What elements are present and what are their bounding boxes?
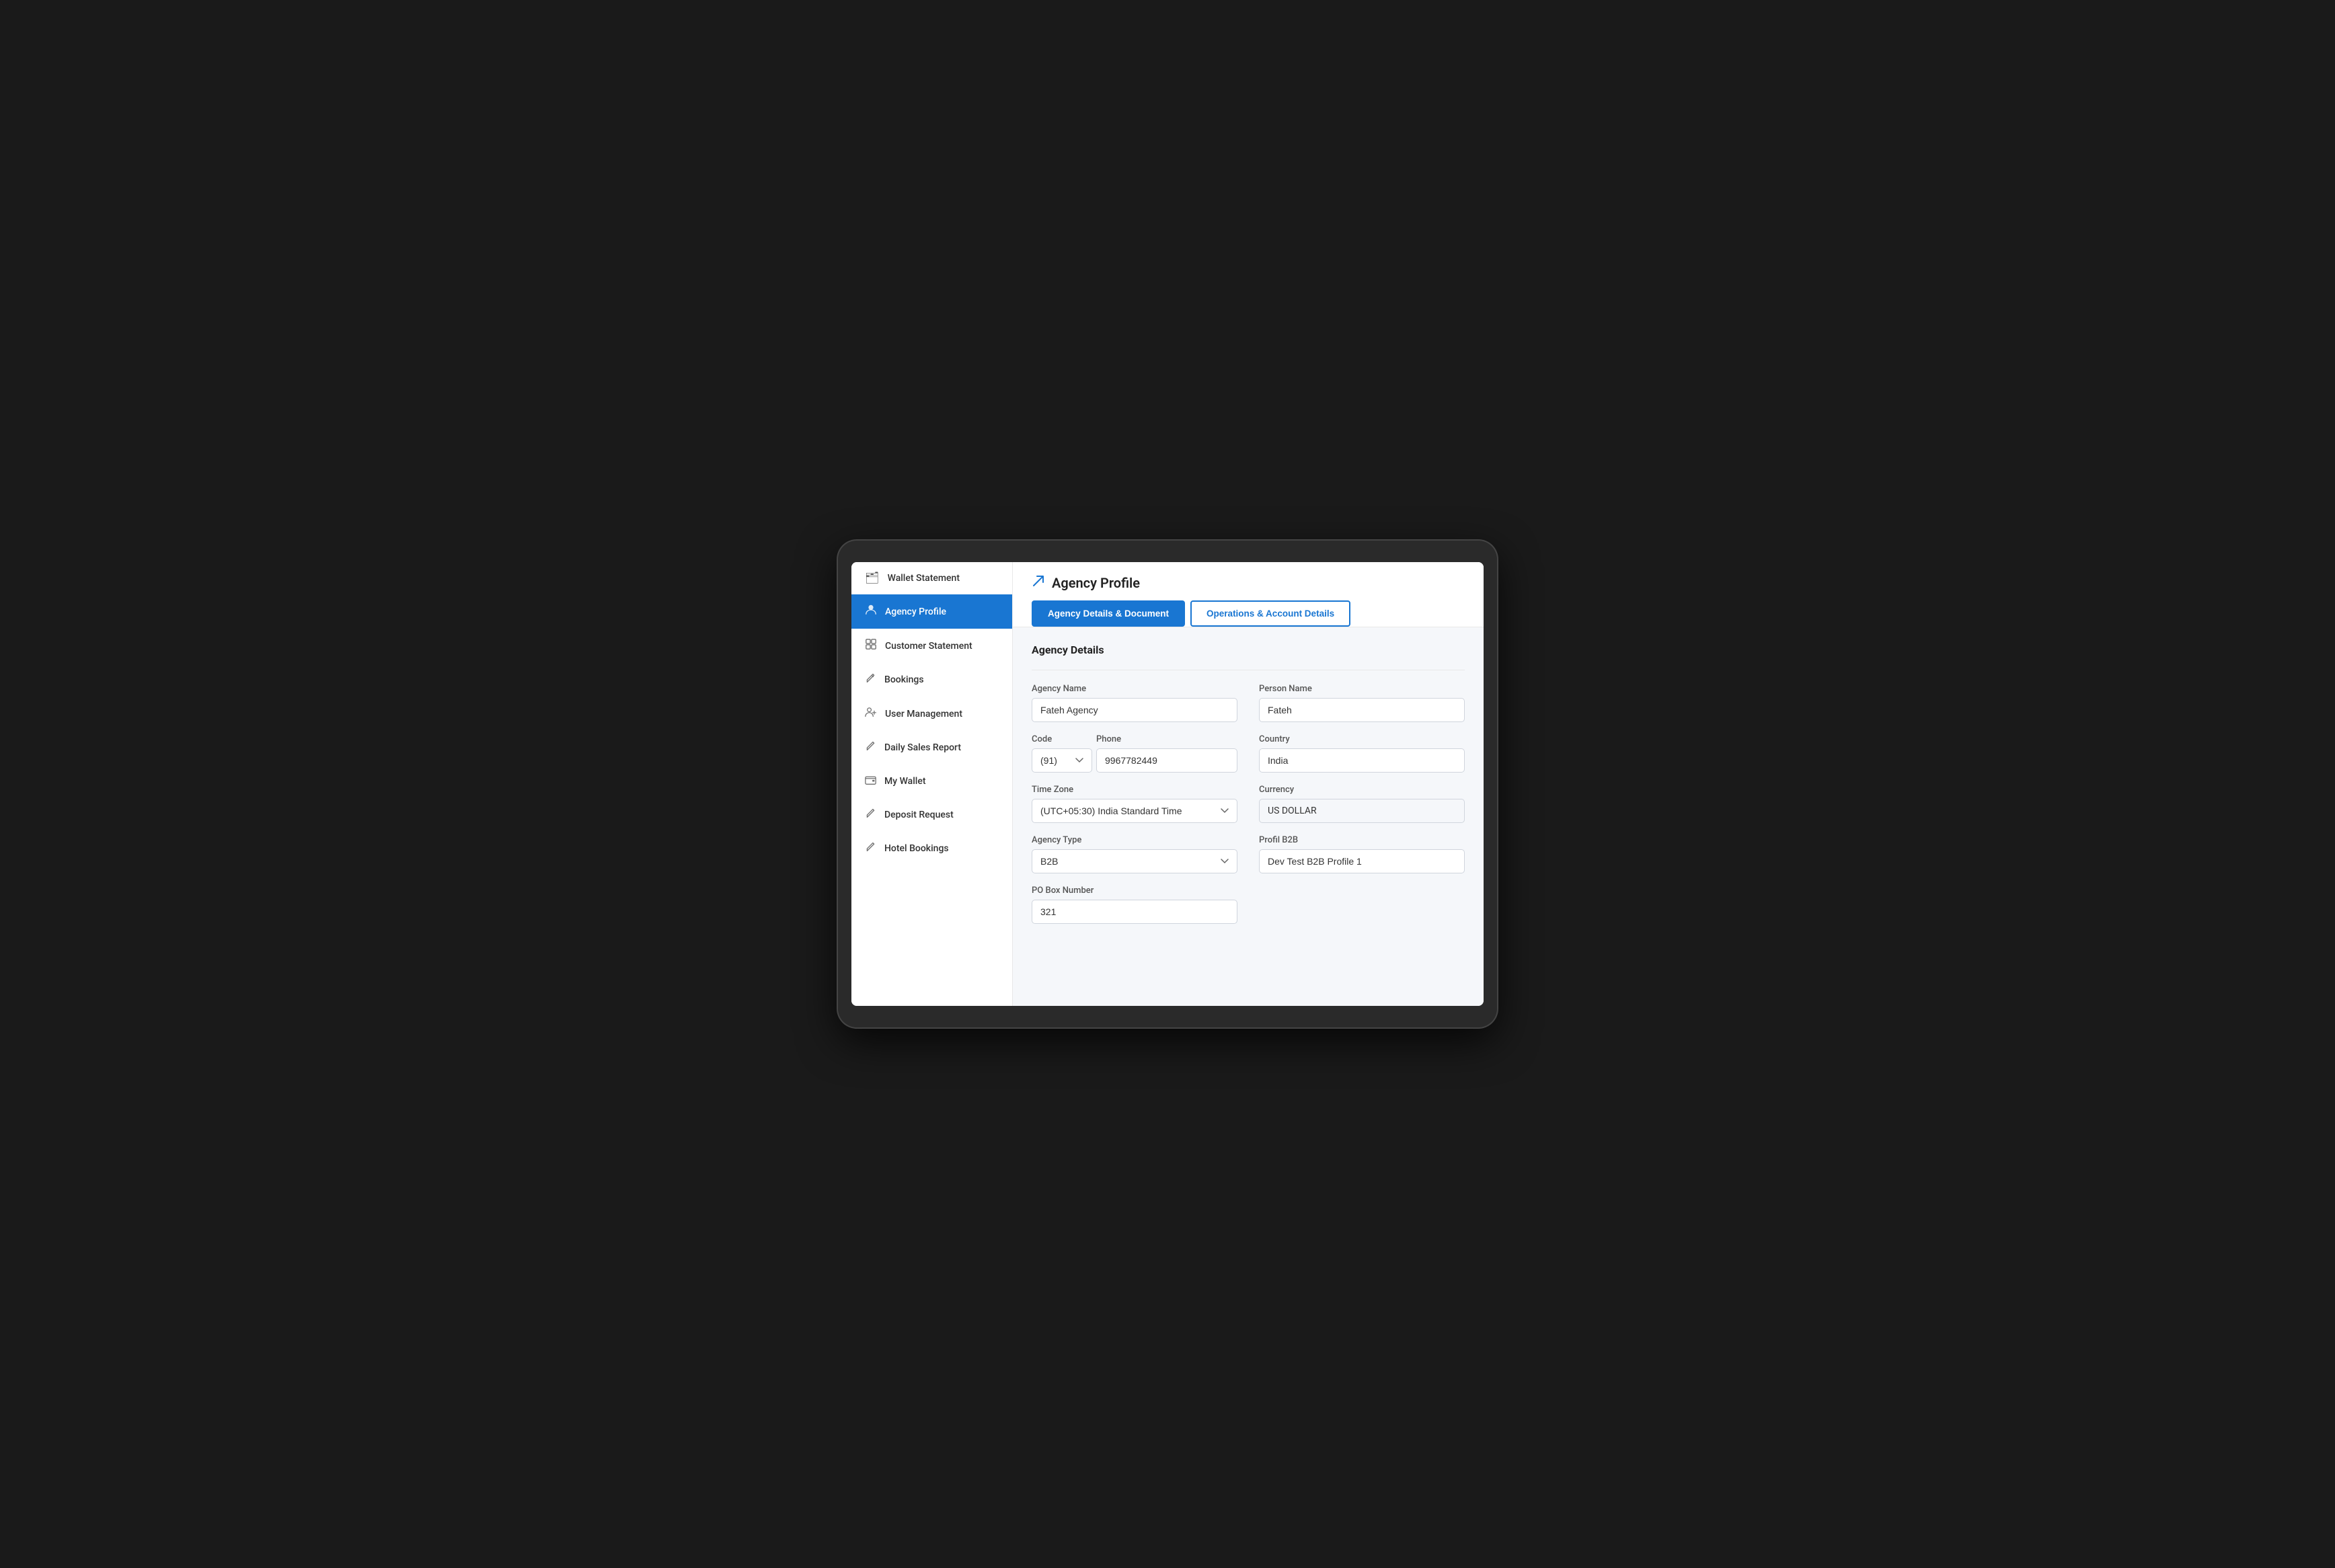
sidebar: 🗂 Wallet Statement Agency Profile (851, 562, 1013, 1006)
section-title: Agency Details (1032, 643, 1465, 656)
profil-b2b-group: Profil B2B (1259, 835, 1465, 873)
tablet-frame: 🗂 Wallet Statement Agency Profile (838, 541, 1497, 1027)
currency-group: Currency US DOLLAR (1259, 785, 1465, 823)
sidebar-item-label: User Management (885, 709, 962, 719)
po-box-input[interactable] (1032, 900, 1237, 924)
agency-type-group: Agency Type B2B (1032, 835, 1237, 873)
phone-label: Phone (1096, 734, 1237, 744)
currency-value: US DOLLAR (1259, 799, 1465, 823)
form-grid: Agency Name Person Name Code (1032, 684, 1465, 924)
sidebar-item-customer-statement[interactable]: Customer Statement (851, 629, 1012, 663)
tab-agency-details-doc[interactable]: Agency Details & Document (1032, 600, 1185, 627)
currency-label: Currency (1259, 785, 1465, 795)
timezone-label: Time Zone (1032, 785, 1237, 795)
sidebar-item-my-wallet[interactable]: My Wallet (851, 765, 1012, 798)
tab-buttons: Agency Details & Document Operations & A… (1032, 600, 1465, 627)
user-management-icon (865, 706, 877, 721)
agency-name-input[interactable] (1032, 698, 1237, 722)
sidebar-item-label: Daily Sales Report (884, 742, 961, 753)
daily-sales-report-icon (865, 740, 876, 755)
sidebar-item-bookings[interactable]: Bookings (851, 663, 1012, 697)
country-input[interactable] (1259, 748, 1465, 773)
code-label: Code (1032, 734, 1092, 744)
person-name-input[interactable] (1259, 698, 1465, 722)
hotel-bookings-icon (865, 841, 876, 856)
sidebar-item-label: Deposit Request (884, 810, 954, 820)
agency-name-label: Agency Name (1032, 684, 1237, 694)
phone-input[interactable] (1096, 748, 1237, 773)
agency-name-group: Agency Name (1032, 684, 1237, 722)
wallet-statement-icon: 🗂 (865, 572, 880, 585)
sidebar-item-hotel-bookings[interactable]: Hotel Bookings (851, 832, 1012, 865)
bookings-icon (865, 672, 876, 687)
po-box-label: PO Box Number (1032, 886, 1237, 896)
sidebar-item-label: Bookings (884, 674, 924, 685)
timezone-group: Time Zone (UTC+05:30) India Standard Tim… (1032, 785, 1237, 823)
sidebar-item-wallet-statement[interactable]: 🗂 Wallet Statement (851, 562, 1012, 594)
person-name-label: Person Name (1259, 684, 1465, 694)
form-area: Agency Details Agency Name Person Name (1013, 627, 1484, 940)
page-header: Agency Profile Agency Details & Document… (1013, 562, 1484, 627)
sidebar-item-daily-sales-report[interactable]: Daily Sales Report (851, 731, 1012, 765)
sidebar-item-label: Wallet Statement (888, 573, 960, 584)
po-box-group: PO Box Number (1032, 886, 1237, 924)
tablet-screen: 🗂 Wallet Statement Agency Profile (851, 562, 1484, 1006)
sidebar-item-agency-profile[interactable]: Agency Profile (851, 594, 1012, 629)
main-content: Agency Profile Agency Details & Document… (1013, 562, 1484, 1006)
my-wallet-icon (865, 774, 876, 789)
sidebar-item-deposit-request[interactable]: Deposit Request (851, 798, 1012, 832)
sidebar-item-label: Customer Statement (885, 641, 972, 652)
agency-type-select[interactable]: B2B (1032, 849, 1237, 873)
agency-type-label: Agency Type (1032, 835, 1237, 845)
timezone-select[interactable]: (UTC+05:30) India Standard Time (1032, 799, 1237, 823)
page-title-icon (1032, 574, 1045, 591)
person-name-group: Person Name (1259, 684, 1465, 722)
sidebar-item-label: Hotel Bookings (884, 843, 949, 854)
profil-b2b-input[interactable] (1259, 849, 1465, 873)
tab-operations-account[interactable]: Operations & Account Details (1190, 600, 1350, 627)
country-label: Country (1259, 734, 1465, 744)
page-title-row: Agency Profile (1032, 574, 1465, 600)
sidebar-item-label: My Wallet (884, 776, 926, 787)
sidebar-item-user-management[interactable]: User Management (851, 697, 1012, 731)
country-group: Country (1259, 734, 1465, 773)
sidebar-item-label: Agency Profile (885, 606, 946, 617)
agency-profile-icon (865, 604, 877, 619)
customer-statement-icon (865, 638, 877, 654)
phone-code-select[interactable]: (91) (1032, 748, 1092, 773)
phone-group: Code (91) Phone (1032, 734, 1237, 773)
deposit-request-icon (865, 808, 876, 822)
page-title: Agency Profile (1052, 575, 1140, 591)
profil-b2b-label: Profil B2B (1259, 835, 1465, 845)
